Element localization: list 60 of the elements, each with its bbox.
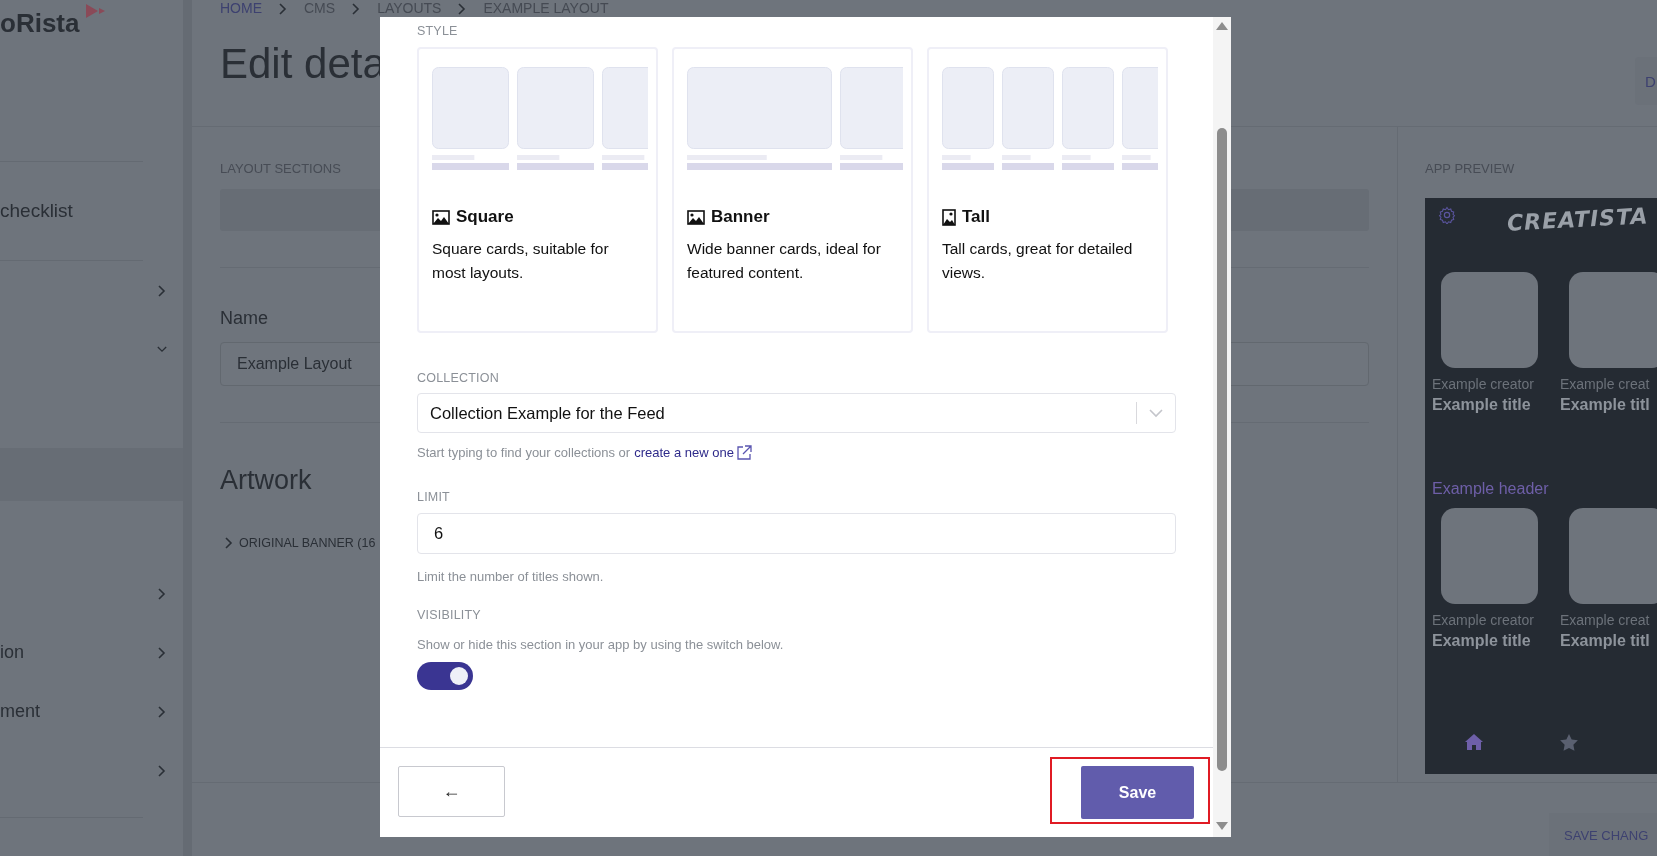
artwork-item[interactable]: ORIGINAL BANNER (16 [239,536,376,550]
option-description: Wide banner cards, ideal for featured content. [687,239,882,283]
style-option-card[interactable]: Square Square cards, suitable for most layouts. [417,47,658,333]
card-creator: Example creat [1560,612,1651,628]
breadcrumb-chevron-icon [457,2,468,15]
scrollbar-thumb[interactable] [1217,128,1227,771]
card-title: Example title [1432,396,1532,414]
field-label: LIMIT [417,490,451,504]
help-text: Limit the number of titles shown. [417,569,605,584]
back-button[interactable]: ← [398,766,505,817]
chevron-right-icon [224,537,234,549]
card-title: Example titl [1560,396,1651,414]
breadcrumb-chevron-icon [351,2,362,15]
play-icon [86,4,106,18]
image-icon [687,209,705,225]
sidebar-item-label[interactable]: ion [0,642,25,663]
chevron-down-icon [157,346,167,353]
field-label: VISIBILITY [417,608,482,622]
option-title: Tall [962,207,991,227]
chevron-right-icon [157,587,167,600]
option-title: Square [456,207,514,227]
visibility-toggle[interactable] [417,662,473,690]
section-header: Example header [1432,480,1550,498]
option-description: Tall cards, great for detailed views. [942,239,1134,283]
limit-input-field[interactable]: 6 [417,513,1176,554]
card-creator: Example creator [1432,376,1535,392]
sidebar-item-label[interactable]: checklist [0,200,73,222]
field-label: COLLECTION [417,371,500,385]
help-text: Show or hide this section in your app by using the switch below. [417,637,785,652]
chevron-right-icon [157,705,167,718]
chevron-right-icon [157,284,167,297]
chevron-right-icon [157,646,167,659]
field-label: Name [220,308,269,329]
breadcrumb-chevron-icon [278,2,288,15]
external-link-icon[interactable] [736,445,752,460]
card-title: Example titl [1560,632,1651,650]
app-logo-text: CREATISTA [1506,203,1649,236]
star-icon[interactable] [1560,734,1578,751]
scroll-up-icon[interactable] [1216,22,1228,30]
scroll-down-icon[interactable] [1216,822,1228,830]
portrait-image-icon [942,208,956,226]
section-heading: Artwork [220,465,313,496]
style-option-card[interactable]: Tall Tall cards, great for detailed views. [927,47,1168,333]
card-creator: Example creat [1560,376,1651,392]
save-button[interactable]: Save [1081,766,1194,819]
settings-icon[interactable] [1438,206,1456,224]
style-option-card[interactable]: Banner Wide banner cards, ideal for featured content. [672,47,913,333]
image-icon [432,209,450,225]
collection-select[interactable]: Collection Example for the Feed [417,393,1176,433]
section-label: STYLE [417,24,459,38]
help-text: Start typing to find your collections or [417,445,631,460]
home-icon[interactable] [1465,734,1483,750]
create-link[interactable]: create a new one [634,445,734,460]
option-description: Square cards, suitable for most layouts. [432,239,610,283]
card-creator: Example creator [1432,612,1535,628]
chevron-right-icon [157,764,167,777]
option-title: Banner [711,207,770,227]
card-title: Example title [1432,632,1532,650]
sidebar-item-label[interactable]: ment [0,701,41,722]
logo-text: oRista [0,8,80,39]
